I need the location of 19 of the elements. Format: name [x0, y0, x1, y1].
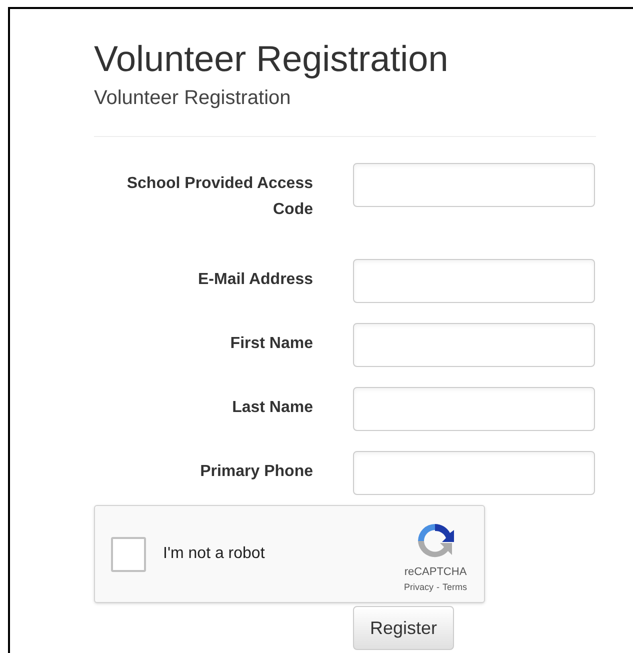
input-field[interactable]	[353, 163, 595, 207]
field-label: E-Mail Address	[197, 270, 313, 290]
input-field[interactable]	[353, 451, 595, 495]
input-field[interactable]	[353, 387, 595, 431]
captcha-label: I'm not a robot	[163, 544, 265, 564]
input-field[interactable]	[353, 259, 595, 303]
page-title: Volunteer Registration	[94, 37, 450, 81]
register-button[interactable]: Register	[353, 606, 454, 650]
field-label: School Provided Access Code	[126, 174, 313, 220]
captcha-checkbox[interactable]	[111, 536, 146, 572]
page-subtitle: Volunteer Registration	[94, 86, 292, 111]
field-label: Primary Phone	[199, 462, 313, 482]
terms-link[interactable]: Terms	[442, 580, 467, 594]
link-separator: -	[436, 580, 440, 594]
recaptcha-brand: reCAPTCHA	[404, 565, 467, 580]
field-label: Last Name	[231, 398, 313, 418]
privacy-link[interactable]: Privacy	[404, 580, 434, 594]
field-label: First Name	[229, 334, 313, 354]
input-field[interactable]	[353, 323, 595, 367]
